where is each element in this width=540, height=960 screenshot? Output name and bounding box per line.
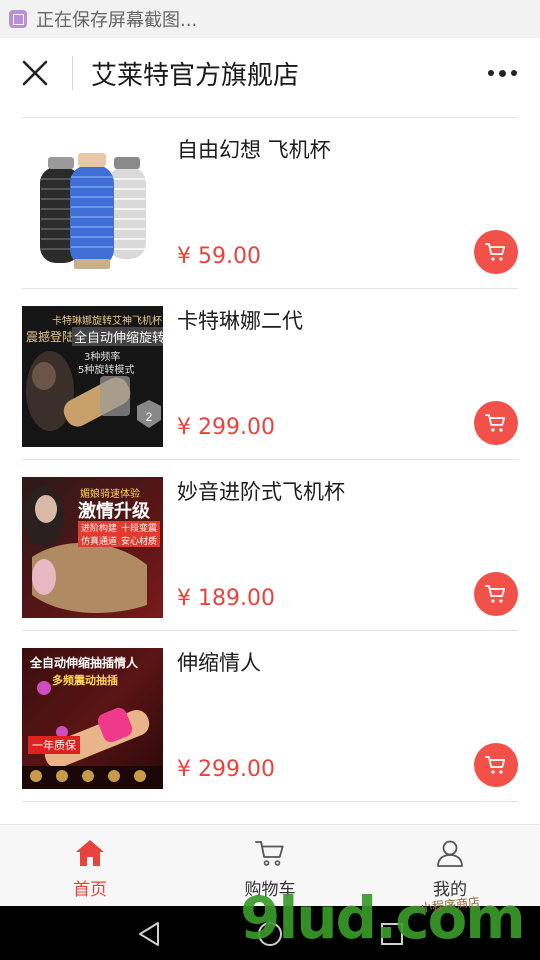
status-bar: 正在保存屏幕截图... [0, 0, 540, 38]
add-to-cart-button[interactable] [474, 230, 518, 274]
page-title: 艾莱特官方旗舰店 [91, 60, 300, 91]
watermark: 9lud.com [240, 884, 526, 952]
product-price: ¥ 59.00 [177, 244, 261, 269]
add-to-cart-button[interactable] [474, 572, 518, 616]
cart-icon [485, 756, 506, 774]
more-button[interactable] [482, 38, 522, 108]
product-name[interactable]: 妙音进阶式飞机杯 [177, 476, 345, 506]
image-caption: 安心材质 [118, 534, 161, 547]
product-image[interactable]: 卡特琳娜旋转艾神飞机杯 震撼登陆 全自动伸缩旋转 3种频率 5种旋转模式 2 [22, 306, 163, 447]
product-list: 自由幻想 飞机杯 ¥ 59.00 卡特琳娜旋转艾神飞机杯 震撼登陆 全自动伸缩旋… [22, 117, 518, 802]
product-item[interactable]: 媚娘骑速体验 激情升级 进阶构建 十段变震 仿真通道 安心材质 妙音进阶式飞机杯… [22, 460, 518, 631]
image-caption: 仿真通道 [78, 534, 121, 547]
tab-home[interactable]: 首页 [0, 825, 180, 907]
product-name[interactable]: 卡特琳娜二代 [177, 305, 303, 335]
cart-icon [485, 585, 506, 603]
screenshot-icon [9, 10, 27, 28]
more-dot-icon [498, 69, 506, 77]
image-caption: 十段变震 [118, 521, 161, 534]
status-text: 正在保存屏幕截图... [36, 10, 198, 31]
back-icon[interactable] [136, 920, 164, 948]
product-name[interactable]: 自由幻想 飞机杯 [177, 134, 331, 164]
svg-text:2: 2 [146, 410, 153, 424]
product-photo [40, 153, 146, 269]
product-price: ¥ 189.00 [177, 586, 275, 611]
cart-icon [485, 243, 506, 261]
image-caption: 激情升级 [78, 501, 150, 522]
cart-icon [485, 414, 506, 432]
product-item[interactable]: 全自动伸缩抽插情人 多频震动抽插 一年质保 伸缩情人 ¥ 299.00 [22, 631, 518, 802]
close-icon [22, 60, 48, 86]
add-to-cart-button[interactable] [474, 401, 518, 445]
watermark-text: 9lud.com [240, 884, 526, 952]
image-caption: 一年质保 [28, 736, 80, 754]
user-icon [437, 840, 463, 867]
product-image[interactable] [22, 135, 163, 276]
tab-label: 首页 [73, 880, 107, 900]
add-to-cart-button[interactable] [474, 743, 518, 787]
image-caption: 全自动伸缩抽插情人 [30, 656, 139, 670]
product-image[interactable]: 全自动伸缩抽插情人 多频震动抽插 一年质保 [22, 648, 163, 789]
product-item[interactable]: 卡特琳娜旋转艾神飞机杯 震撼登陆 全自动伸缩旋转 3种频率 5种旋转模式 2 卡… [22, 289, 518, 460]
image-caption: 多频震动抽插 [52, 674, 118, 687]
product-photo: 2 [26, 351, 161, 431]
cart-icon [255, 841, 284, 866]
more-dot-icon [510, 70, 517, 76]
title-divider [72, 56, 73, 90]
product-item[interactable]: 自由幻想 飞机杯 ¥ 59.00 [22, 118, 518, 289]
product-name[interactable]: 伸缩情人 [177, 647, 261, 677]
product-image[interactable]: 媚娘骑速体验 激情升级 进阶构建 十段变震 仿真通道 安心材质 [22, 477, 163, 618]
product-price: ¥ 299.00 [177, 415, 275, 440]
home-icon [76, 840, 104, 866]
image-caption: 进阶构建 [78, 521, 121, 534]
more-dot-icon [487, 70, 494, 76]
title-bar: 艾莱特官方旗舰店 [0, 38, 540, 108]
close-button[interactable] [0, 38, 70, 108]
product-price: ¥ 299.00 [177, 757, 275, 782]
